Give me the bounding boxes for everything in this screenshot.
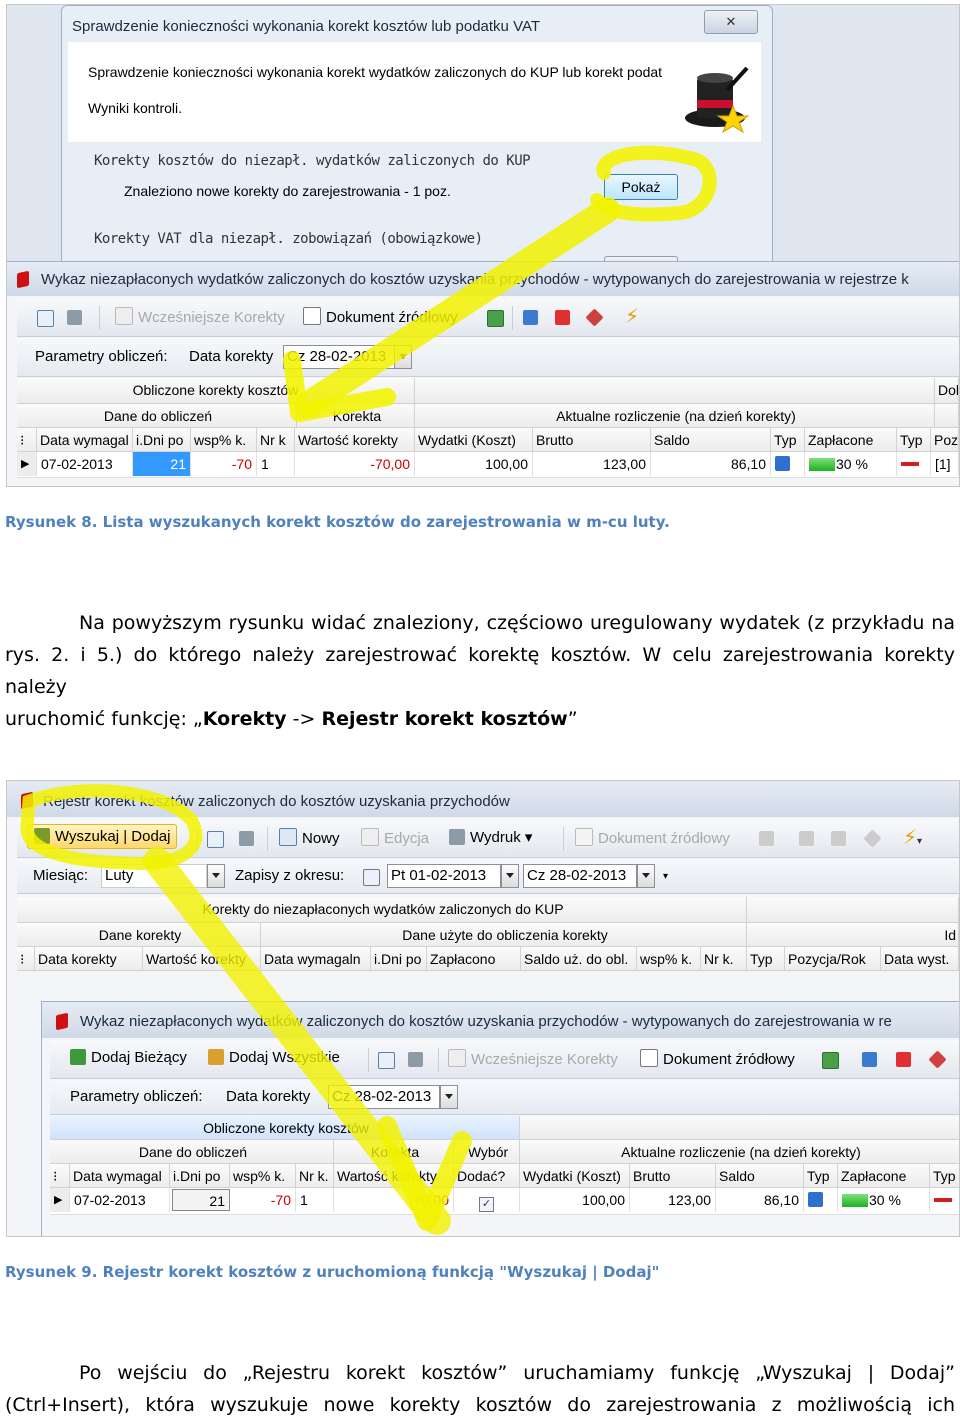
paragraph-1: Na powyższym rysunku widać znaleziony, c… — [5, 607, 955, 735]
yellow-arrow-annotation — [20, 784, 472, 1235]
figure-9-caption: Rysunek 9. Rejestr korekt kosztów z uruc… — [5, 1263, 660, 1281]
paragraph-1-line-1: Na powyższym rysunku widać znaleziony, c… — [79, 612, 955, 634]
yellow-arrow-annotation — [283, 145, 717, 422]
figure-8-screenshot: Sprawdzenie konieczności wykonania korek… — [6, 4, 960, 487]
figure-9-screenshot: Rejestr korekt kosztów zaliczonych do ko… — [6, 780, 960, 1237]
figure-8-caption: Rysunek 8. Lista wyszukanych korekt kosz… — [5, 513, 670, 531]
paragraph-2-line-1: Po wejściu do „Rejestru korekt kosztów” … — [79, 1362, 955, 1384]
paragraph-2: Po wejściu do „Rejestru korekt kosztów” … — [5, 1357, 955, 1421]
paragraph-1-line-3: uruchomić funkcję: „Korekty -> Rejestr k… — [5, 708, 578, 730]
paragraph-2-line-2: (Ctrl+Insert), która wyszukuje nowe kore… — [5, 1394, 955, 1416]
paragraph-1-line-2: rys. 2. i 5.) do którego należy zarejest… — [5, 644, 955, 698]
